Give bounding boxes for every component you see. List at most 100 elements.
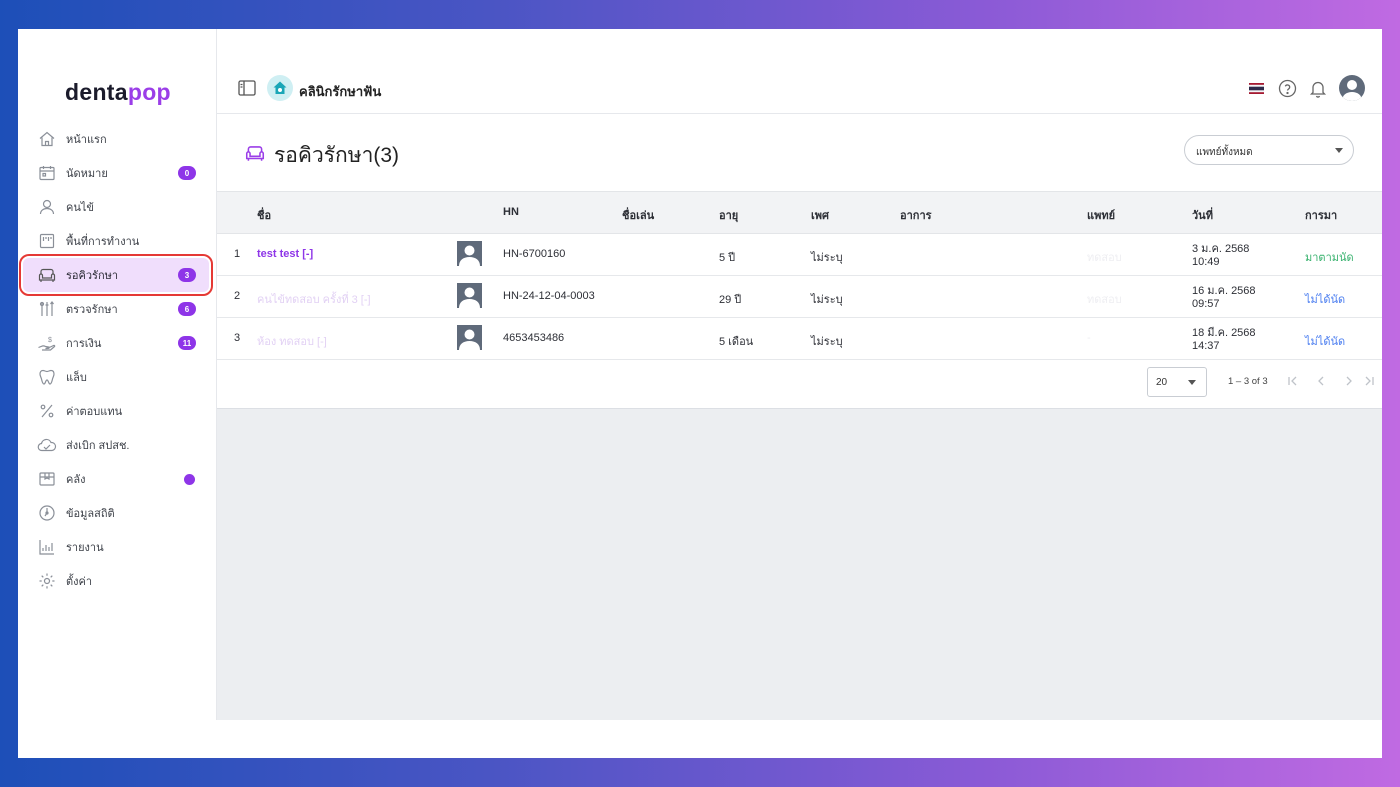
column-header-symptom[interactable]: อาการ: [900, 206, 932, 224]
row-number: 1: [234, 248, 241, 260]
doctor-filter-value: แพทย์ทั้งหมด: [1196, 147, 1253, 158]
next-page-icon[interactable]: [1341, 373, 1357, 389]
table-row[interactable]: 2 คนไข้ทดสอบ ครั้งที่ 3 [-] HN-24-12-04-…: [217, 275, 1382, 318]
clinic-logo-icon: [267, 75, 293, 101]
user-avatar[interactable]: [1339, 75, 1365, 101]
column-header-hn[interactable]: HN: [503, 206, 519, 218]
gauge-icon: [37, 503, 57, 523]
column-header-doctor[interactable]: แพทย์: [1087, 206, 1115, 224]
table-row[interactable]: 3 ห้อง ทดสอบ [-] 4653453486 5 เดือน ไม่ร…: [217, 317, 1382, 360]
first-page-icon[interactable]: [1285, 373, 1301, 389]
sidebar-toggle-icon[interactable]: [238, 80, 256, 101]
visit-date: 16 ม.ค. 2568: [1192, 285, 1256, 297]
sidebar-item-label: รอคิวรักษา: [66, 270, 119, 282]
sidebar-item-lab[interactable]: แล็บ: [23, 360, 209, 394]
brand-logo-part1: denta: [65, 79, 128, 105]
doctor-filter-select[interactable]: แพทย์ทั้งหมด: [1184, 135, 1354, 165]
visit-date: 18 มี.ค. 2568: [1192, 327, 1256, 339]
sidebar-item-inventory[interactable]: คลัง: [23, 462, 209, 496]
pagination: 20 1 – 3 of 3: [1122, 367, 1382, 397]
sidebar-item-waiting-queue[interactable]: รอคิวรักษา 3: [19, 254, 213, 296]
column-header-nickname[interactable]: ชื่อเล่น: [622, 206, 654, 224]
visit-time: 09:57: [1192, 298, 1220, 310]
patient-hn: 4653453486: [503, 332, 565, 344]
chevron-down-icon: [1188, 380, 1196, 385]
arrival-status: ไม่ได้นัด: [1305, 294, 1346, 306]
clinic-name[interactable]: คลินิกรักษาฟัน: [299, 81, 381, 102]
queue-card: รอคิวรักษา(3) แพทย์ทั้งหมด ชื่อ HN ชื่อเ…: [217, 114, 1382, 409]
app-window: dentapop หน้าแรก นัดหมาย 0 คนไข้ พื้นที่…: [18, 29, 1382, 758]
sidebar-item-label: ตั้งค่า: [66, 576, 93, 588]
payment-hand-icon: $: [37, 333, 57, 353]
sidebar-item-compensation[interactable]: ค่าตอบแทน: [23, 394, 209, 428]
sidebar-item-treatment[interactable]: ตรวจรักษา 6: [23, 292, 209, 326]
sidebar-item-statistics[interactable]: ข้อมูลสถิติ: [23, 496, 209, 530]
patient-avatar: [457, 283, 482, 308]
patient-name-link[interactable]: test test [-]: [257, 248, 313, 260]
sidebar-item-label: คนไข้: [66, 202, 94, 214]
home-icon: [37, 129, 57, 149]
patient-age: 5 ปี: [719, 252, 736, 264]
sidebar-item-reports[interactable]: รายงาน: [23, 530, 209, 564]
main-content: รอคิวรักษา(3) แพทย์ทั้งหมด ชื่อ HN ชื่อเ…: [217, 114, 1382, 720]
column-header-arrival[interactable]: การมา: [1305, 206, 1337, 224]
brand-logo[interactable]: dentapop: [65, 79, 171, 106]
brand-logo-part2: pop: [127, 79, 171, 105]
patient-hn: HN-24-12-04-0003: [503, 290, 595, 302]
sidebar-item-label: หน้าแรก: [66, 134, 107, 146]
thai-flag-icon[interactable]: [1249, 82, 1264, 94]
column-header-sex[interactable]: เพศ: [811, 206, 829, 224]
top-bar: คลินิกรักษาฟัน: [217, 67, 1382, 114]
sidebar-item-workspace[interactable]: พื้นที่การทำงาน: [23, 224, 209, 258]
sidebar-item-nhso-claim[interactable]: ส่งเบิก สปสช.: [23, 428, 209, 462]
bell-icon[interactable]: [1308, 78, 1328, 98]
count-badge: 0: [178, 166, 196, 180]
sidebar-item-home[interactable]: หน้าแรก: [23, 122, 209, 156]
sidebar-item-label: ตรวจรักษา: [66, 304, 118, 316]
percent-icon: [37, 401, 57, 421]
arrival-status: ไม่ได้นัด: [1305, 336, 1346, 348]
patient-sex: ไม่ระบุ: [811, 294, 843, 306]
patient-hn: HN-6700160: [503, 248, 566, 260]
sidebar-item-label: การเงิน: [66, 338, 102, 350]
sidebar-item-settings[interactable]: ตั้งค่า: [23, 564, 209, 598]
arrival-status: มาตามนัด: [1305, 252, 1354, 264]
sidebar-item-patients[interactable]: คนไข้: [23, 190, 209, 224]
sidebar-menu: หน้าแรก นัดหมาย 0 คนไข้ พื้นที่การทำงาน …: [19, 122, 213, 598]
settings-icon: [37, 571, 57, 591]
sidebar-item-label: นัดหมาย: [66, 168, 108, 180]
sidebar-item-label: คลัง: [66, 474, 86, 486]
table-header: ชื่อ HN ชื่อเล่น อายุ เพศ อาการ แพทย์ วั…: [217, 191, 1382, 234]
previous-page-icon[interactable]: [1313, 373, 1329, 389]
last-page-icon[interactable]: [1361, 373, 1377, 389]
help-icon[interactable]: [1277, 78, 1297, 98]
patient-name-link[interactable]: คนไข้ทดสอบ ครั้งที่ 3 [-]: [257, 290, 371, 308]
column-header-age[interactable]: อายุ: [719, 206, 738, 224]
visit-date: 3 ม.ค. 2568: [1192, 243, 1250, 255]
sidebar-item-finance[interactable]: $ การเงิน 11: [23, 326, 209, 360]
dental-tools-icon: [37, 299, 57, 319]
count-badge: 11: [178, 336, 196, 350]
pagination-range: 1 – 3 of 3: [1228, 376, 1268, 387]
tooth-icon: [37, 367, 57, 387]
chevron-down-icon: [1335, 148, 1343, 153]
sidebar-item-label: ข้อมูลสถิติ: [66, 508, 115, 520]
patient-name-link[interactable]: ห้อง ทดสอบ [-]: [257, 332, 327, 350]
table-row[interactable]: 1 test test [-] HN-6700160 5 ปี ไม่ระบุ …: [217, 233, 1382, 276]
sidebar-item-appointments[interactable]: นัดหมาย 0: [23, 156, 209, 190]
patient-avatar: [457, 325, 482, 350]
column-header-name[interactable]: ชื่อ: [257, 206, 271, 224]
svg-text:$: $: [48, 337, 52, 344]
page-title: รอคิวรักษา(3): [274, 144, 400, 167]
rows-per-page-select[interactable]: 20: [1147, 367, 1207, 397]
doctor-name: ทดสอบ: [1087, 294, 1122, 306]
sidebar-item-label: ค่าตอบแทน: [66, 406, 123, 418]
rows-per-page-value: 20: [1156, 377, 1168, 388]
sidebar: dentapop หน้าแรก นัดหมาย 0 คนไข้ พื้นที่…: [18, 29, 217, 720]
count-badge: 3: [178, 268, 196, 282]
visit-time: 14:37: [1192, 340, 1220, 352]
sofa-icon: [37, 265, 57, 285]
page-heading: รอคิวรักษา(3): [244, 139, 399, 172]
sidebar-item-label: ส่งเบิก สปสช.: [66, 440, 130, 452]
column-header-date[interactable]: วันที่: [1192, 206, 1213, 224]
